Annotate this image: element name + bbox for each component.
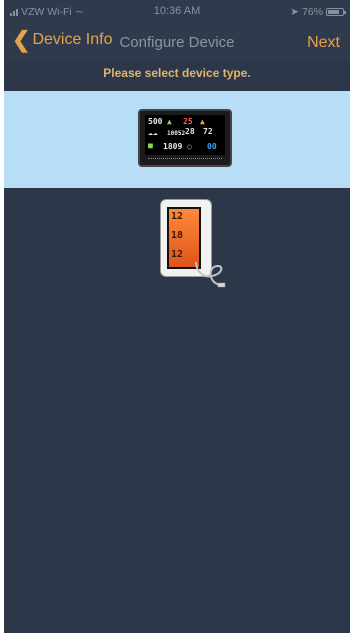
app-screen: VZW Wi-Fi ∼ 10:36 AM ➤ 76% ❮ Device Info… <box>4 0 350 633</box>
battery-percent: 76% <box>301 6 323 18</box>
location-arrow-icon: ➤ <box>290 6 299 18</box>
battery-icon <box>326 8 346 16</box>
select-device-prompt: Please select device type. <box>103 66 251 80</box>
next-button[interactable]: Next <box>307 34 340 52</box>
navigation-bar: ❮ Device Info Configure Device Next <box>4 22 350 60</box>
status-right: ➤ 76% <box>290 6 346 18</box>
chevron-left-icon: ❮ <box>12 27 31 52</box>
status-bar: VZW Wi-Fi ∼ 10:36 AM ➤ 76% <box>4 0 350 22</box>
back-button-label: Device Info <box>32 31 113 48</box>
device-option-thermometer[interactable]: 12 18 12 <box>4 192 350 292</box>
device-option-weather-station[interactable]: 500 ▲ 25 ▲ ☁☁ 10052 28 72 ■ 1809 ○ 00 <box>4 91 350 188</box>
weather-station-image: 500 ▲ 25 ▲ ☁☁ 10052 28 72 ■ 1809 ○ 00 <box>138 109 232 167</box>
sensor-cable-icon <box>195 262 226 288</box>
back-button[interactable]: ❮ Device Info <box>12 27 113 52</box>
